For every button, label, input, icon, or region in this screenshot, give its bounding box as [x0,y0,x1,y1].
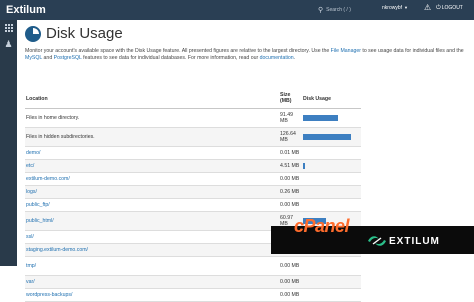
bell-icon[interactable]: ⚠ [424,3,431,12]
users-icon[interactable]: ♟ [0,36,17,52]
usage-bar [303,292,351,298]
search-placeholder[interactable]: Search ( / ) [326,7,351,13]
row-location[interactable]: logs/ [26,189,37,195]
page-title: Disk Usage [46,25,123,42]
row-size: 91.49 MB [280,112,293,124]
row-location[interactable]: var/ [26,279,35,285]
usage-bar [303,263,351,269]
file-manager-link[interactable]: File Manager [331,48,361,54]
chevron-down-icon: ▼ [404,5,408,10]
table-row: logs/0.26 MB [25,186,361,199]
desc-text-5: . [293,54,296,61]
search-icon: ⚲ [318,7,324,14]
disk-usage-table: Location Size (MB) Disk Usage Files in h… [25,91,361,302]
row-location[interactable]: public_html/ [26,218,54,224]
column-header-usage[interactable]: Disk Usage [303,96,331,102]
user-menu[interactable]: nkrowybf ▼ [382,5,408,11]
brand-name[interactable]: Extilum [0,4,66,16]
row-location: Files in hidden subdirectories. [26,134,95,140]
row-location[interactable]: public_ftp/ [26,202,50,208]
page-header: Disk Usage [25,25,123,42]
usage-bar [303,202,351,208]
extilum-brand: EXTILUM [389,236,440,247]
table-row: var/0.00 MB [25,276,361,289]
usage-bar [303,134,351,140]
usage-bar [303,163,351,169]
table-row: demo/0.01 MB [25,147,361,160]
table-row: Files in home directory. 91.49 MB [25,109,361,128]
logout-label: LOGOUT [441,5,463,11]
table-header: Location Size (MB) Disk Usage [25,91,361,109]
pie-chart-icon [25,25,41,42]
row-size: 0.00 MB [280,292,300,298]
table-row: extilum-demo.com/0.00 MB [25,173,361,186]
row-size: 0.00 MB [280,279,300,285]
table-row: tmp/0.00 MB [25,257,361,276]
row-location[interactable]: extilum-demo.com/ [26,176,70,182]
top-bar: Extilum ⚲ Search ( / ) nkrowybf ▼ ⚠ ⏻LOGO… [0,0,474,20]
row-size: 0.00 MB [280,176,300,182]
desc-text-3: and [42,54,54,61]
table-row: Files in hidden subdirectories. 126.64 MB [25,128,361,147]
usage-bar-fill [303,134,351,140]
row-size: 4.51 MB [280,163,300,169]
row-size: 0.00 MB [280,263,300,269]
search-box[interactable]: ⚲ Search ( / ) [318,3,368,17]
mysql-link[interactable]: MySQL [25,55,42,61]
username: nkrowybf [382,5,403,11]
row-size: 0.26 MB [280,189,300,195]
documentation-link[interactable]: documentation [260,55,294,61]
row-location[interactable]: staging.extilum-demo.com/ [26,247,88,253]
power-icon: ⏻ [436,5,441,11]
logout-button[interactable]: ⏻LOGOUT [436,5,463,12]
row-size: 0.01 MB [280,150,300,156]
column-header-location[interactable]: Location [26,96,48,102]
row-location[interactable]: tmp/ [26,263,36,269]
desc-text-2: to see usage data for individual files a… [360,48,464,54]
table-row: wordpress-backups/0.00 MB [25,289,361,302]
usage-bar [303,189,351,195]
left-rail: ♟ [0,20,17,266]
usage-bar [303,115,351,121]
desc-text-4: features to see data for individual data… [81,54,260,61]
apps-grid-icon[interactable] [0,20,17,36]
desc-text-1: Monitor your account's available space w… [25,48,331,54]
extilum-logo-icon [368,236,386,246]
row-location[interactable]: etc/ [26,163,34,169]
row-size: 0.00 MB [280,202,300,208]
usage-bar-fill [303,163,305,169]
postgresql-link[interactable]: PostgreSQL [54,55,82,61]
row-size: 126.64 MB [280,131,296,143]
usage-bar [303,279,351,285]
usage-bar [303,176,351,182]
column-header-size[interactable]: Size (MB) [280,92,302,104]
row-location[interactable]: demo/ [26,150,40,156]
usage-bar [303,150,351,156]
cpanel-logo: cPanel [294,216,350,236]
row-location: Files in home directory. [26,115,80,121]
table-body: Files in home directory. 91.49 MB Files in… [25,109,361,302]
usage-bar-fill [303,115,338,121]
row-location[interactable]: wordpress-backups/ [26,292,72,298]
page-description: Monitor your account's available space w… [25,48,470,61]
table-row: public_ftp/0.00 MB [25,199,361,212]
row-location[interactable]: ssl/ [26,234,34,240]
table-row: etc/4.51 MB [25,160,361,173]
